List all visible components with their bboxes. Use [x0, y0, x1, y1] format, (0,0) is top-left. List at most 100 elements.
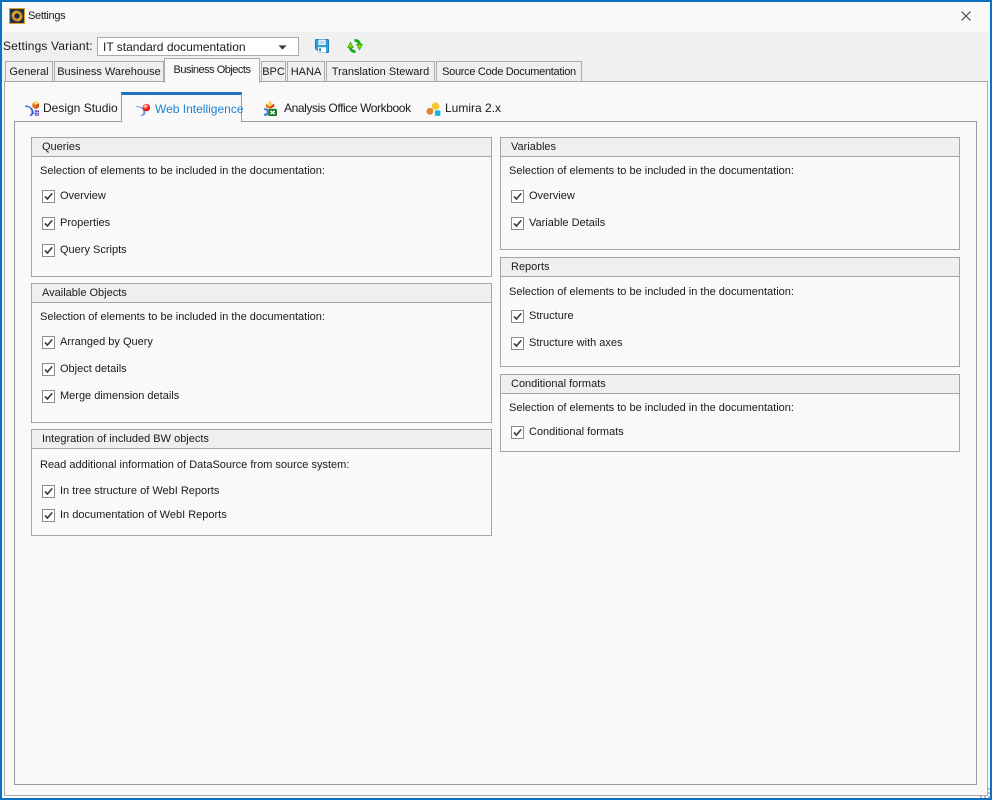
- tab-label: Business Warehouse: [57, 66, 161, 78]
- tab-hana[interactable]: HANA: [287, 61, 325, 81]
- checkbox-merge-dimension-details[interactable]: Merge dimension details: [42, 390, 179, 403]
- chevron-down-icon: [278, 45, 287, 50]
- checkbox-box: [42, 509, 55, 522]
- checkbox-label: Object details: [60, 363, 127, 376]
- checkbox-variable-details[interactable]: Variable Details: [511, 217, 605, 230]
- group-title: Conditional formats: [501, 375, 959, 394]
- tab-label: Lumira 2.x: [445, 101, 501, 115]
- checkbox-box: [42, 363, 55, 376]
- refresh-icon: [347, 38, 363, 54]
- checkbox-box: [511, 337, 524, 350]
- group-title-text: Variables: [511, 141, 556, 153]
- checkbox-box: [511, 310, 524, 323]
- checkbox-label: Merge dimension details: [60, 390, 179, 403]
- web-intelligence-page: Queries Selection of elements to be incl…: [14, 121, 977, 785]
- group-title: Reports: [501, 258, 959, 277]
- refresh-button[interactable]: [345, 36, 365, 56]
- check-icon: [512, 191, 523, 202]
- checkbox-structure[interactable]: Structure: [511, 310, 574, 323]
- group-title-text: Integration of included BW objects: [42, 433, 209, 445]
- group-title-text: Queries: [42, 141, 81, 153]
- group-title: Integration of included BW objects: [32, 430, 491, 449]
- tab-label: Web Intelligence: [155, 102, 244, 116]
- checkbox-label: In documentation of WebI Reports: [60, 509, 227, 522]
- app-icon: [9, 8, 25, 24]
- group-intro-text: Selection of elements to be included in …: [509, 402, 794, 415]
- tab-translation-steward[interactable]: Translation Steward: [326, 61, 435, 81]
- close-icon: [961, 11, 971, 21]
- check-icon: [512, 218, 523, 229]
- checkbox-box: [42, 217, 55, 230]
- group-reports: Reports Selection of elements to be incl…: [500, 257, 960, 367]
- tab-label: Source Code Documentation: [442, 66, 576, 78]
- titlebar: Settings: [2, 2, 990, 32]
- checkbox-label: Overview: [60, 190, 106, 203]
- checkbox-box: [511, 426, 524, 439]
- group-title: Queries: [32, 138, 491, 157]
- group-title-text: Conditional formats: [511, 378, 606, 390]
- check-icon: [512, 338, 523, 349]
- group-variables: Variables Selection of elements to be in…: [500, 137, 960, 250]
- checkbox-box: [511, 217, 524, 230]
- checkbox-structure-with-axes[interactable]: Structure with axes: [511, 337, 623, 350]
- tab-source-code-documentation[interactable]: Source Code Documentation: [436, 61, 582, 81]
- checkbox-box: [42, 390, 55, 403]
- analysis-office-icon: [264, 100, 280, 116]
- check-icon: [512, 311, 523, 322]
- checkbox-arranged-by-query[interactable]: Arranged by Query: [42, 336, 153, 349]
- group-queries: Queries Selection of elements to be incl…: [31, 137, 492, 277]
- checkbox-overview[interactable]: Overview: [511, 190, 575, 203]
- tab-bpc[interactable]: BPC: [261, 61, 286, 81]
- checkbox-label: Overview: [529, 190, 575, 203]
- design-studio-icon: [23, 100, 39, 116]
- tab-label: Design Studio: [43, 101, 118, 115]
- group-title-text: Reports: [511, 261, 550, 273]
- tab-business-warehouse[interactable]: Business Warehouse: [54, 61, 164, 81]
- checkbox-tree-structure-webi-reports[interactable]: In tree structure of WebI Reports: [42, 485, 219, 498]
- settings-variant-label: Settings Variant:: [3, 32, 93, 62]
- checkbox-documentation-webi-reports[interactable]: In documentation of WebI Reports: [42, 509, 227, 522]
- save-icon: [314, 38, 330, 54]
- group-title: Available Objects: [32, 284, 491, 303]
- group-integration-bw-objects: Integration of included BW objects Read …: [31, 429, 492, 536]
- checkbox-label: In tree structure of WebI Reports: [60, 485, 219, 498]
- checkbox-box: [511, 190, 524, 203]
- group-available-objects: Available Objects Selection of elements …: [31, 283, 492, 423]
- check-icon: [43, 218, 54, 229]
- tab-label: BPC: [262, 66, 285, 78]
- settings-variant-combobox[interactable]: IT standard documentation: [97, 37, 299, 56]
- tab-lumira[interactable]: Lumira 2.x: [417, 95, 501, 121]
- close-button[interactable]: [943, 2, 988, 30]
- group-title-text: Available Objects: [42, 287, 127, 299]
- group-intro-text: Read additional information of DataSourc…: [40, 459, 349, 472]
- tab-analysis-office-workbook[interactable]: Analysis Office Workbook: [256, 95, 411, 121]
- settings-variant-value: IT standard documentation: [103, 39, 246, 56]
- tab-design-studio[interactable]: Design Studio: [16, 95, 118, 121]
- check-icon: [43, 245, 54, 256]
- checkbox-label: Arranged by Query: [60, 336, 153, 349]
- tab-label: General: [9, 66, 48, 78]
- tab-web-intelligence[interactable]: Web Intelligence: [121, 92, 242, 122]
- group-conditional-formats: Conditional formats Selection of element…: [500, 374, 960, 452]
- checkbox-label: Properties: [60, 217, 110, 230]
- checkbox-box: [42, 190, 55, 203]
- check-icon: [43, 486, 54, 497]
- resize-grip[interactable]: [976, 784, 990, 798]
- checkbox-label: Conditional formats: [529, 426, 624, 439]
- tab-label: Analysis Office Workbook: [284, 101, 411, 115]
- checkbox-conditional-formats[interactable]: Conditional formats: [511, 426, 624, 439]
- group-intro-text: Selection of elements to be included in …: [40, 165, 325, 178]
- tab-general[interactable]: General: [5, 61, 53, 81]
- checkbox-overview[interactable]: Overview: [42, 190, 106, 203]
- save-variant-button[interactable]: [312, 36, 332, 56]
- group-title: Variables: [501, 138, 959, 157]
- check-icon: [43, 391, 54, 402]
- checkbox-box: [42, 244, 55, 257]
- tab-business-objects[interactable]: Business Objects: [164, 58, 260, 83]
- checkbox-properties[interactable]: Properties: [42, 217, 110, 230]
- checkbox-object-details[interactable]: Object details: [42, 363, 127, 376]
- checkbox-label: Query Scripts: [60, 244, 127, 257]
- group-intro-text: Selection of elements to be included in …: [509, 165, 794, 178]
- check-icon: [512, 427, 523, 438]
- checkbox-query-scripts[interactable]: Query Scripts: [42, 244, 127, 257]
